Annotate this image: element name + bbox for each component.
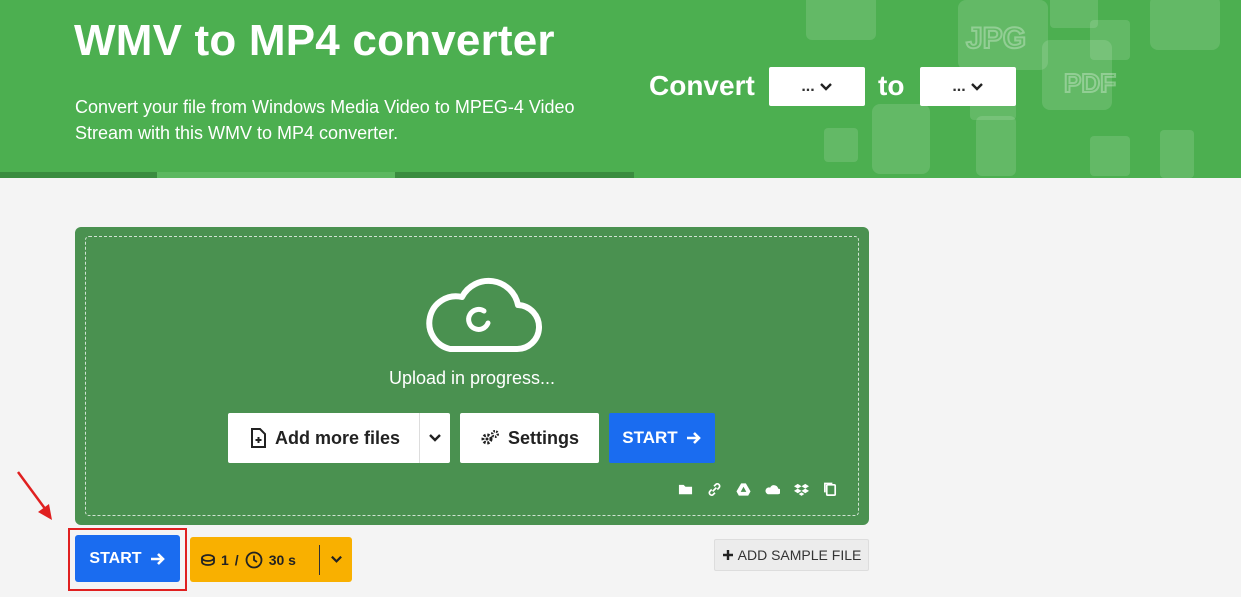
page-subtitle: Convert your file from Windows Media Vid… bbox=[75, 97, 575, 143]
dropbox-icon[interactable] bbox=[794, 482, 809, 497]
add-more-files-button[interactable]: Add more files bbox=[228, 413, 450, 463]
cost-dropdown-toggle[interactable] bbox=[320, 537, 352, 582]
convert-label: Convert bbox=[649, 70, 755, 101]
header-progress-bar bbox=[0, 172, 634, 178]
credits-coin-icon bbox=[201, 553, 215, 566]
google-drive-icon[interactable] bbox=[736, 482, 751, 497]
svg-text:JPG: JPG bbox=[966, 22, 1026, 55]
cost-info: 1 / 30 s bbox=[190, 537, 319, 582]
upload-dropzone[interactable]: Upload in progress... Add more files Set… bbox=[75, 227, 869, 525]
clock-icon bbox=[245, 551, 263, 568]
to-label: to bbox=[878, 70, 905, 101]
chevron-down-icon bbox=[330, 555, 342, 563]
gears-icon bbox=[481, 430, 499, 445]
file-add-icon bbox=[251, 428, 266, 448]
add-sample-label: ADD SAMPLE FILE bbox=[737, 547, 862, 563]
arrow-right-icon bbox=[150, 552, 165, 565]
folder-icon[interactable] bbox=[678, 482, 693, 497]
credits-count: 1 bbox=[221, 551, 229, 568]
start-label: START bbox=[622, 428, 678, 447]
add-files-main[interactable]: Add more files bbox=[228, 413, 420, 463]
from-format-value: ... bbox=[801, 77, 815, 95]
add-sample-file-button[interactable]: ADD SAMPLE FILE bbox=[714, 539, 869, 571]
credits-separator: / bbox=[234, 551, 239, 568]
upload-status-text: Upload in progress... bbox=[388, 368, 556, 388]
annotation-arrow-icon bbox=[16, 471, 52, 520]
add-files-dropdown-toggle[interactable] bbox=[420, 413, 450, 463]
add-files-label: Add more files bbox=[275, 427, 401, 448]
to-format-select[interactable]: ... bbox=[920, 67, 1016, 106]
upload-actions: Add more files Settings START bbox=[228, 413, 715, 463]
arrow-right-icon bbox=[686, 432, 701, 444]
chevron-down-icon bbox=[429, 434, 441, 442]
hero-header: JPG PDF WMV to MP4 converter Convert you… bbox=[0, 0, 1241, 178]
upload-source-icons bbox=[678, 482, 838, 497]
to-format-value: ... bbox=[952, 77, 966, 95]
start-button[interactable]: START bbox=[75, 535, 180, 582]
svg-text:PDF: PDF bbox=[1064, 68, 1116, 98]
cloud-upload-icon bbox=[426, 277, 542, 353]
from-format-select[interactable]: ... bbox=[769, 67, 865, 106]
settings-label: Settings bbox=[507, 427, 579, 448]
clipboard-icon[interactable] bbox=[823, 482, 838, 497]
start-button-label: START bbox=[89, 549, 142, 567]
chevron-down-icon bbox=[970, 82, 983, 91]
onedrive-icon[interactable] bbox=[765, 482, 780, 497]
time-estimate: 30 s bbox=[268, 551, 296, 568]
link-icon[interactable] bbox=[707, 482, 722, 497]
dropzone-border: Upload in progress... Add more files Set… bbox=[85, 236, 859, 516]
chevron-down-icon bbox=[819, 82, 832, 91]
page-title: WMV to MP4 converter bbox=[74, 16, 555, 65]
settings-button[interactable]: Settings bbox=[460, 413, 599, 463]
start-button-inner[interactable]: START bbox=[609, 413, 715, 463]
plus-icon bbox=[722, 550, 733, 560]
conversion-cost-indicator: 1 / 30 s bbox=[190, 537, 352, 582]
